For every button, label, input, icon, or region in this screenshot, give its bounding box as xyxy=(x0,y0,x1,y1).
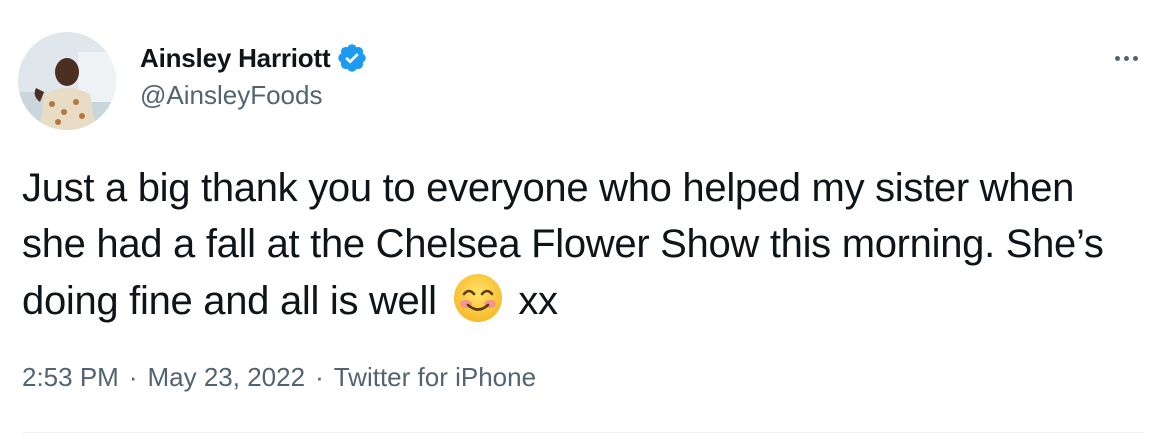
more-dot xyxy=(1123,55,1129,61)
display-name[interactable]: Ainsley Harriott xyxy=(140,43,331,74)
tweet-card: Ainsley Harriott @AinsleyFoods Just a bi… xyxy=(0,0,1166,440)
handle[interactable]: @AinsleyFoods xyxy=(140,80,368,111)
author-block: Ainsley Harriott @AinsleyFoods xyxy=(140,40,368,111)
tweet-source[interactable]: Twitter for iPhone xyxy=(334,362,536,393)
separator: · xyxy=(128,362,138,392)
smiling-face-emoji-icon xyxy=(452,272,504,324)
tweet-text-tail: xx xyxy=(507,279,558,323)
tweet-metadata: 2:53 PM · May 23, 2022 · Twitter for iPh… xyxy=(22,362,536,393)
verified-badge-icon xyxy=(336,42,368,74)
divider xyxy=(22,432,1144,433)
separator: · xyxy=(315,362,324,392)
tweet-time[interactable]: 2:53 PM xyxy=(22,362,119,393)
tweet-date[interactable]: May 23, 2022 xyxy=(148,362,306,393)
tweet-text-main: Just a big thank you to everyone who hel… xyxy=(22,166,1104,323)
name-row: Ainsley Harriott xyxy=(140,40,368,76)
avatar[interactable] xyxy=(18,32,116,130)
avatar-image xyxy=(18,32,116,130)
more-dot xyxy=(1132,55,1138,61)
more-options-icon[interactable] xyxy=(1106,46,1146,70)
tweet-text: Just a big thank you to everyone who hel… xyxy=(22,160,1142,329)
more-dot xyxy=(1114,55,1120,61)
